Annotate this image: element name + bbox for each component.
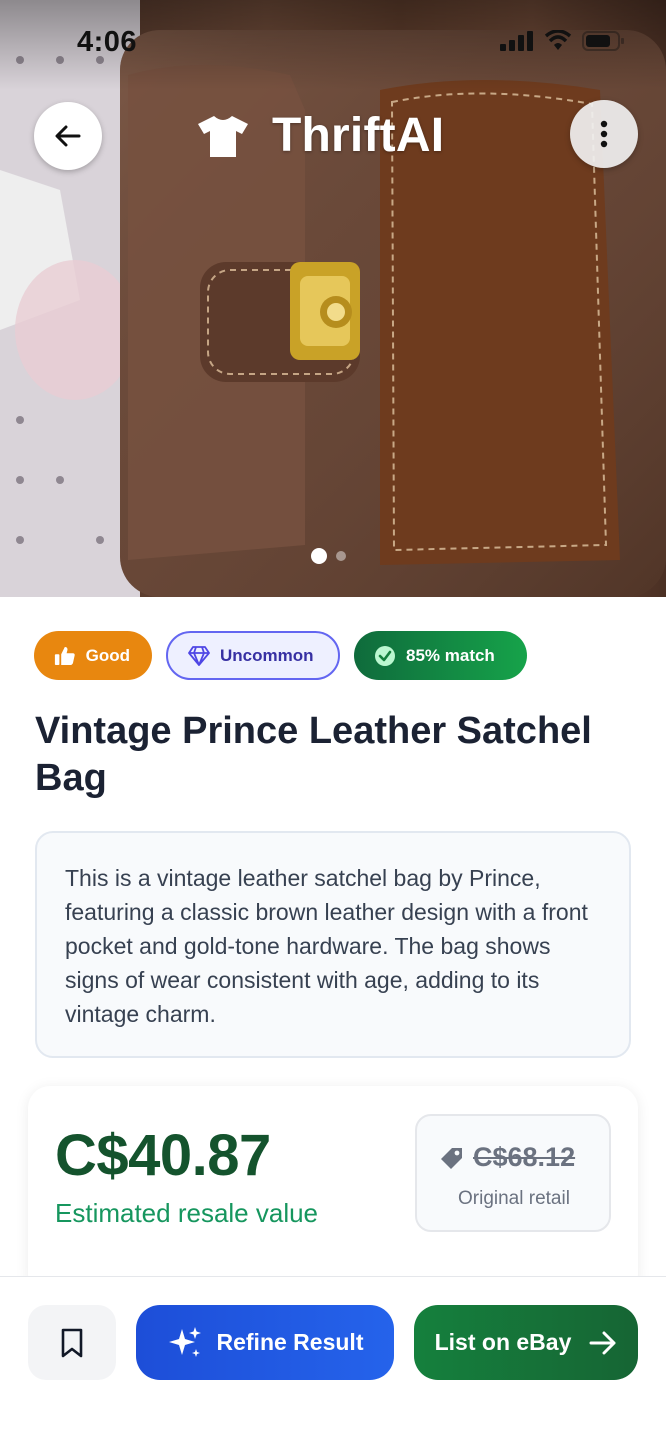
condition-badge: Good [34,631,152,680]
original-retail-price: C$68.12 [473,1142,576,1172]
item-title: Vintage Prince Leather Satchel Bag [35,710,592,799]
battery-icon [582,31,624,51]
refine-result-label: Refine Result [216,1329,364,1355]
rarity-badge: Uncommon [166,631,340,680]
rarity-label: Uncommon [220,645,314,665]
status-time: 4:06 [77,26,138,58]
price-card: C$40.87 Estimated resale value C$68.12 O… [28,1086,638,1296]
condition-label: Good [85,645,130,665]
bookmark-icon [61,1328,83,1357]
satchel-bag-image [0,0,666,597]
list-on-ebay-button[interactable]: List on eBay [414,1305,638,1380]
tshirt-icon [198,115,248,157]
estimated-price-caption: Estimated resale value [55,1198,319,1228]
estimated-price: C$40.87 [55,1123,271,1188]
thumbs-up-icon [54,646,75,665]
diamond-icon [188,645,210,666]
signal-icon [500,31,533,51]
item-description: This is a vintage leather satchel bag by… [65,865,588,1027]
more-options-button[interactable] [570,100,638,168]
pagination-dot-active[interactable] [311,548,327,564]
price-tag-icon [441,1147,462,1169]
description-card: This is a vintage leather satchel bag by… [35,831,631,1058]
app-title: ThriftAI [272,109,445,162]
pagination-dot[interactable] [336,551,346,561]
sparkles-icon [168,1326,201,1357]
status-icons [500,30,626,52]
match-label: 85% match [406,645,495,665]
list-on-ebay-label: List on eBay [434,1329,572,1355]
wifi-icon [544,30,572,50]
badge-row: Good Uncommon 85% match [34,631,527,680]
check-circle-icon [375,645,395,666]
refine-result-button[interactable]: Refine Result [136,1305,394,1380]
bottom-action-bar: Refine Result List on eBay [0,1276,666,1440]
original-retail-row: C$68.12 [439,1142,575,1173]
arrow-right-icon [589,1331,616,1354]
match-badge: 85% match [354,631,527,680]
bookmark-button[interactable] [28,1305,116,1380]
app-brand: ThriftAI [196,108,444,163]
product-photo[interactable]: 4:06 ThriftAI [0,0,666,597]
original-retail-caption: Original retail [458,1188,570,1209]
more-vertical-icon [600,120,608,148]
gallery-pagination[interactable] [311,548,346,564]
arrow-left-icon [55,125,81,147]
back-button[interactable] [34,102,102,170]
original-retail-box: C$68.12 Original retail [415,1114,611,1232]
